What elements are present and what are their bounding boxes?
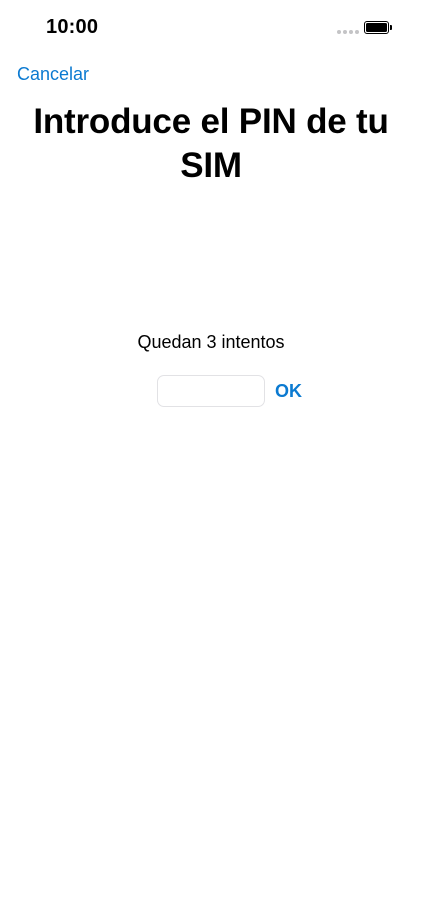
- signal-dot: [355, 30, 359, 34]
- page-title: Introduce el PIN de tu SIM: [33, 102, 389, 185]
- battery-full-icon: [364, 21, 392, 34]
- signal-dots-icon: [337, 30, 359, 34]
- sim-pin-input[interactable]: [157, 375, 265, 407]
- battery-fill: [366, 23, 387, 32]
- ok-button[interactable]: OK: [275, 381, 302, 402]
- signal-dot: [337, 30, 341, 34]
- signal-dot: [349, 30, 353, 34]
- status-bar: 10:00: [0, 0, 422, 54]
- cancel-button[interactable]: Cancelar: [17, 64, 89, 85]
- battery-cap: [390, 25, 392, 30]
- attempts-remaining-text: Quedan 3 intentos: [137, 332, 285, 352]
- signal-dot: [343, 30, 347, 34]
- status-time: 10:00: [46, 16, 99, 38]
